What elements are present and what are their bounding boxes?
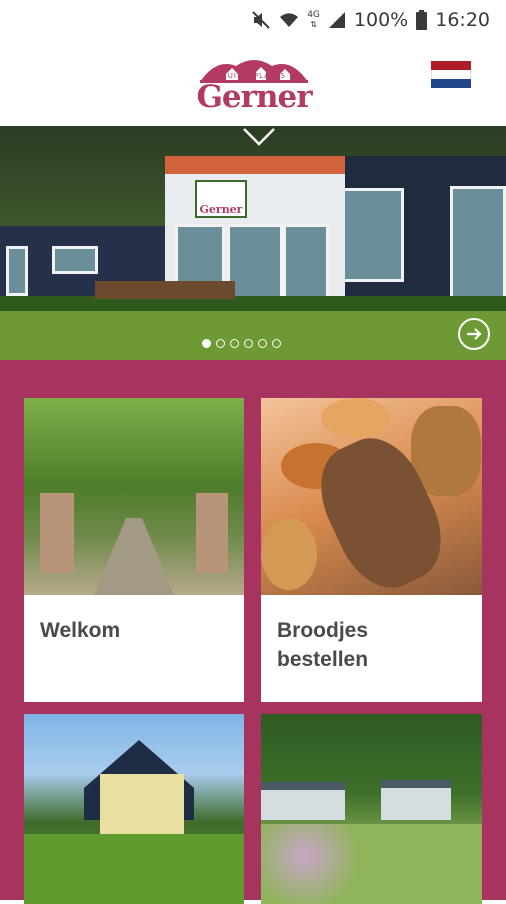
tile-broodjes-bestellen[interactable]: Broodjes bestellen	[261, 398, 482, 702]
hero-lawn	[0, 311, 506, 360]
hero-sign: Gerner	[195, 180, 247, 218]
hero-house-right	[320, 156, 506, 311]
carousel-dot[interactable]	[216, 339, 225, 348]
carousel-indicators	[202, 339, 281, 348]
carousel-dot[interactable]	[244, 339, 253, 348]
carousel-dot[interactable]	[258, 339, 267, 348]
tile-holiday-house[interactable]	[24, 714, 244, 904]
hero-hedge	[0, 296, 506, 312]
battery-text: 100%	[353, 9, 409, 31]
status-bar: 4G ⇅ 100% 16:20	[0, 0, 506, 40]
chalets-park-photo	[261, 714, 482, 904]
hero-carousel[interactable]: Gerner	[0, 126, 506, 360]
wifi-icon	[279, 11, 299, 29]
clock: 16:20	[435, 9, 490, 31]
network-label: 4G	[307, 10, 320, 20]
holiday-house-photo	[24, 714, 244, 904]
dutch-flag-icon[interactable]	[431, 61, 471, 88]
carousel-dot[interactable]	[272, 339, 281, 348]
tile-label: Welkom	[40, 619, 121, 642]
battery-icon	[416, 10, 428, 30]
app-header: BUITENPLAATS Gerner	[0, 40, 506, 126]
hero-picnic-table	[95, 281, 235, 299]
carousel-dot[interactable]	[202, 339, 211, 348]
carousel-dot[interactable]	[230, 339, 239, 348]
bread-photo	[261, 398, 482, 603]
entrance-drive-photo	[24, 398, 244, 595]
signal-icon	[328, 11, 346, 29]
tile-chalets[interactable]	[261, 714, 482, 904]
arrow-right-icon	[467, 328, 482, 340]
chevron-down-icon[interactable]	[241, 126, 277, 148]
tile-label: Broodjes bestellen	[277, 619, 369, 671]
mute-icon	[251, 10, 271, 30]
logo[interactable]: BUITENPLAATS Gerner	[196, 54, 313, 118]
mobile-data-icon: 4G ⇅	[307, 10, 320, 30]
logo-wordmark: Gerner	[196, 79, 312, 115]
tile-grid: Welkom Broodjes bestellen	[0, 360, 506, 904]
carousel-next-button[interactable]	[458, 318, 490, 350]
tile-welkom[interactable]: Welkom	[24, 398, 244, 702]
